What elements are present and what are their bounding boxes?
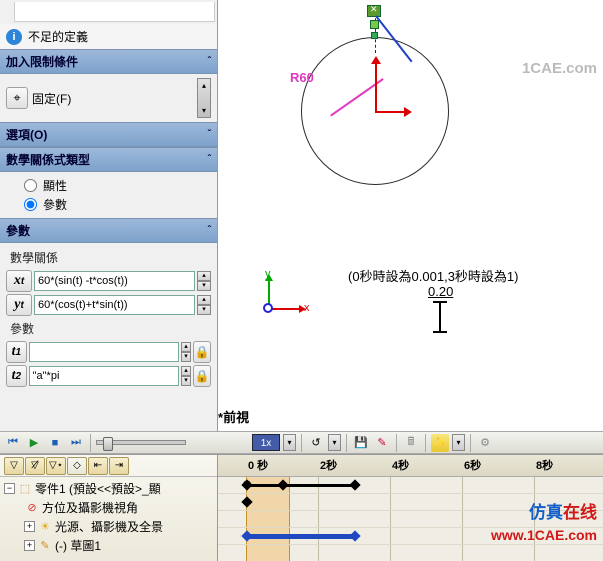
rewind-button[interactable]: ⏮ [4, 434, 22, 452]
calc-button[interactable]: 🖩 [402, 434, 420, 452]
tree-root-row[interactable]: − ⬚ 零件1 (預設<<預設>_顯 [4, 479, 213, 498]
info-text: 不足的定義 [28, 28, 88, 45]
watermark: 1CAE.com [522, 60, 597, 77]
chevron-up-icon: ˆ [208, 225, 211, 236]
animation-toolbar: ⏮ ▶ ■ ⏭ 1x ▾ ↺ ▾ 💾 ✎ 🖩 ✨ ▾ ⚙ [0, 431, 603, 454]
t2-input[interactable] [29, 366, 179, 386]
property-panel: i 不足的定義 加入限制條件 ˆ ⌖ 固定(F) ▴▾ 選項(O) ˇ 數學關係… [0, 0, 218, 431]
origin-x-arrow [375, 111, 405, 113]
eqtype-header[interactable]: 數學關係式類型 ˆ [0, 147, 217, 172]
sketch-icon: ✎ [37, 539, 53, 553]
time-slider[interactable] [96, 440, 186, 445]
wizard-button[interactable]: ✨ [431, 434, 449, 452]
sketch-point[interactable] [370, 20, 379, 29]
loop-dropdown[interactable]: ▾ [328, 434, 341, 451]
info-row: i 不足的定義 [0, 24, 217, 49]
timeline-area: ▽ ▽̸ ▽⋆ ◇ ⇤ ⇥ − ⬚ 零件1 (預設<<預設>_顯 ⊘ 方位及攝影… [0, 454, 603, 561]
settings-button[interactable]: ⚙ [476, 434, 494, 452]
options-header[interactable]: 選項(O) ˇ [0, 122, 217, 147]
param-sub-label: 參數 [6, 318, 211, 339]
radio-param[interactable]: 參數 [6, 195, 211, 214]
disabled-icon: ⊘ [24, 501, 40, 515]
mathrel-label: 數學關係 [6, 247, 211, 268]
spinner[interactable]: ▴▾ [197, 271, 211, 291]
dimension-witness [439, 302, 441, 332]
chevron-up-icon: ˆ [208, 154, 211, 165]
view-label: 前視 [218, 407, 249, 426]
chevron-down-icon: ˇ [208, 129, 211, 140]
info-icon: i [6, 29, 22, 45]
tree-row[interactable]: + ☀ 光源、攝影機及全景 [4, 517, 213, 536]
filter-x-button[interactable]: ▽̸ [25, 457, 45, 475]
sketch-point[interactable] [371, 32, 378, 39]
watermark: 仿真在线 [529, 498, 597, 523]
t2-label: t2 [6, 365, 27, 387]
filter-all-button[interactable]: ▽⋆ [46, 457, 66, 475]
spinner[interactable]: ▴▾ [181, 342, 192, 362]
dimension-value[interactable]: 0.20 [428, 284, 453, 299]
speed-dropdown[interactable]: ▾ [283, 434, 296, 451]
filter-button[interactable]: ▽ [4, 457, 24, 475]
loop-button[interactable]: ↺ [307, 434, 325, 452]
timeline-tree: ▽ ▽̸ ▽⋆ ◇ ⇤ ⇥ − ⬚ 零件1 (預設<<預設>_顯 ⊘ 方位及攝影… [0, 455, 218, 561]
yt-input[interactable] [34, 295, 195, 315]
expand-button[interactable]: ⇥ [109, 457, 129, 475]
expand-icon[interactable]: + [24, 540, 35, 551]
timeline-ruler[interactable]: 0 秒 2秒 4秒 6秒 8秒 [218, 455, 603, 477]
tool-button[interactable]: ✎ [373, 434, 391, 452]
collapse-button[interactable]: ⇤ [88, 457, 108, 475]
part-icon: ⬚ [17, 482, 33, 496]
spinner[interactable]: ▴▾ [181, 366, 192, 386]
timeline-tree-toolbar: ▽ ▽̸ ▽⋆ ◇ ⇤ ⇥ [0, 455, 217, 477]
lights-icon: ☀ [37, 520, 53, 534]
lock-icon[interactable]: 🔒 [193, 341, 211, 363]
spinner[interactable]: ▴▾ [197, 78, 211, 118]
origin-y-arrow [375, 63, 377, 111]
forward-button[interactable]: ⏭ [67, 434, 85, 452]
speed-display[interactable]: 1x [252, 434, 280, 451]
fixed-label: 固定(F) [32, 90, 71, 107]
constraint-marker[interactable] [367, 5, 381, 17]
stop-button[interactable]: ■ [46, 434, 64, 452]
fixed-icon[interactable]: ⌖ [6, 87, 28, 109]
radius-dimension[interactable]: R60 [290, 70, 314, 85]
constraints-header[interactable]: 加入限制條件 ˆ [0, 49, 217, 74]
spinner[interactable]: ▴▾ [197, 295, 211, 315]
preview-area [14, 2, 215, 22]
lock-icon[interactable]: 🔒 [193, 365, 211, 387]
tree-row[interactable]: ⊘ 方位及攝影機視角 [4, 498, 213, 517]
t1-input[interactable] [29, 342, 179, 362]
watermark: www.1CAE.com [491, 527, 597, 543]
graphics-canvas[interactable]: R60 (0秒時設為0.001,3秒時設為1) 0.20 x y 前視 1CAE… [218, 0, 603, 431]
annotation-text: (0秒時設為0.001,3秒時設為1) [348, 266, 519, 285]
play-button[interactable]: ▶ [25, 434, 43, 452]
params-header[interactable]: 參數 ˆ [0, 218, 217, 243]
xt-input[interactable] [34, 271, 195, 291]
wizard-dropdown[interactable]: ▾ [452, 434, 465, 451]
expand-icon[interactable]: + [24, 521, 35, 532]
collapse-icon[interactable]: − [4, 483, 15, 494]
radio-explicit[interactable]: 顯性 [6, 176, 211, 195]
track-row[interactable] [218, 477, 603, 494]
yt-label: yt [6, 294, 32, 316]
tree-row[interactable]: + ✎ (-) 草圖1 [4, 536, 213, 555]
save-anim-button[interactable]: 💾 [352, 434, 370, 452]
key-button[interactable]: ◇ [67, 457, 87, 475]
chevron-up-icon: ˆ [208, 56, 211, 67]
xt-label: xt [6, 270, 32, 292]
t1-label: t1 [6, 341, 27, 363]
